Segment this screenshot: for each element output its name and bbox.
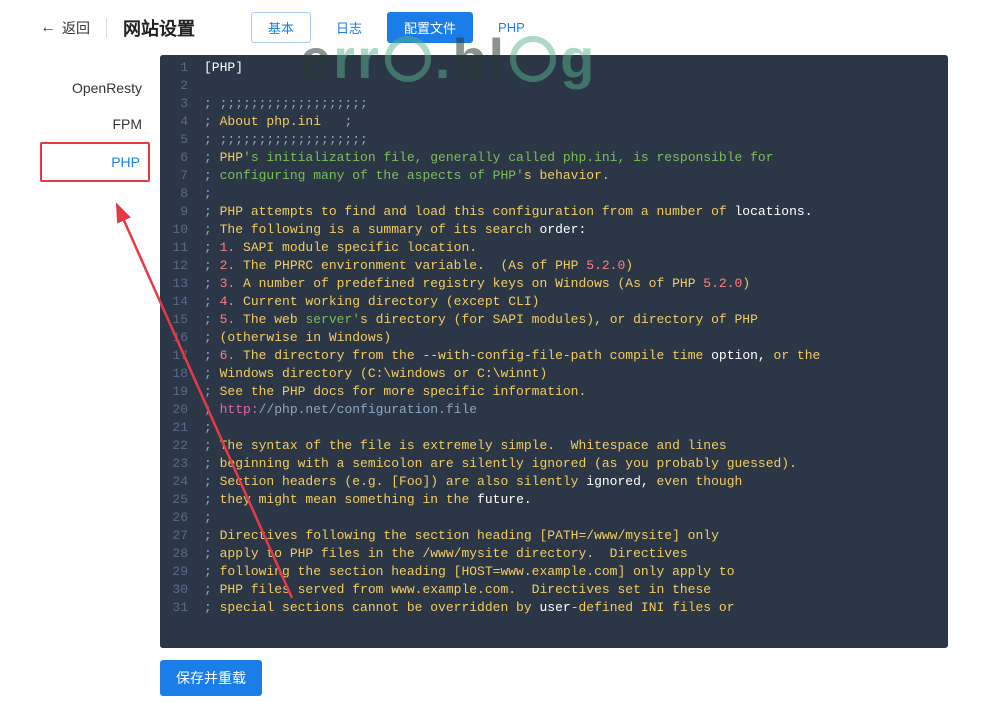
tab-log[interactable]: 日志 (319, 12, 379, 43)
sidebar-item-php[interactable]: PHP (40, 142, 150, 182)
footer: 保存并重载 (0, 648, 988, 708)
line-gutter: 1234567891011121314151617181920212223242… (160, 55, 196, 648)
save-reload-button[interactable]: 保存并重载 (160, 660, 262, 696)
divider (106, 18, 107, 38)
sidebar-item-fpm[interactable]: FPM (40, 106, 150, 142)
tab-php[interactable]: PHP (481, 12, 542, 43)
sidebar-item-openresty[interactable]: OpenResty (40, 70, 150, 106)
code-editor[interactable]: 1234567891011121314151617181920212223242… (160, 55, 948, 648)
header: ← 返回 网站设置 基本 日志 配置文件 PHP (0, 0, 988, 55)
back-label: 返回 (62, 18, 90, 38)
sidebar: OpenResty FPM PHP (40, 55, 150, 648)
back-button[interactable]: ← 返回 (40, 18, 90, 38)
tab-group: 基本 日志 配置文件 PHP (251, 12, 542, 43)
tab-basic[interactable]: 基本 (251, 12, 311, 43)
arrow-left-icon: ← (40, 19, 56, 37)
code-body[interactable]: [PHP] ; ;;;;;;;;;;;;;;;;;;;; About php.i… (196, 55, 948, 648)
page-title: 网站设置 (123, 15, 195, 41)
body: OpenResty FPM PHP 1234567891011121314151… (0, 55, 988, 648)
tab-config[interactable]: 配置文件 (387, 12, 473, 43)
